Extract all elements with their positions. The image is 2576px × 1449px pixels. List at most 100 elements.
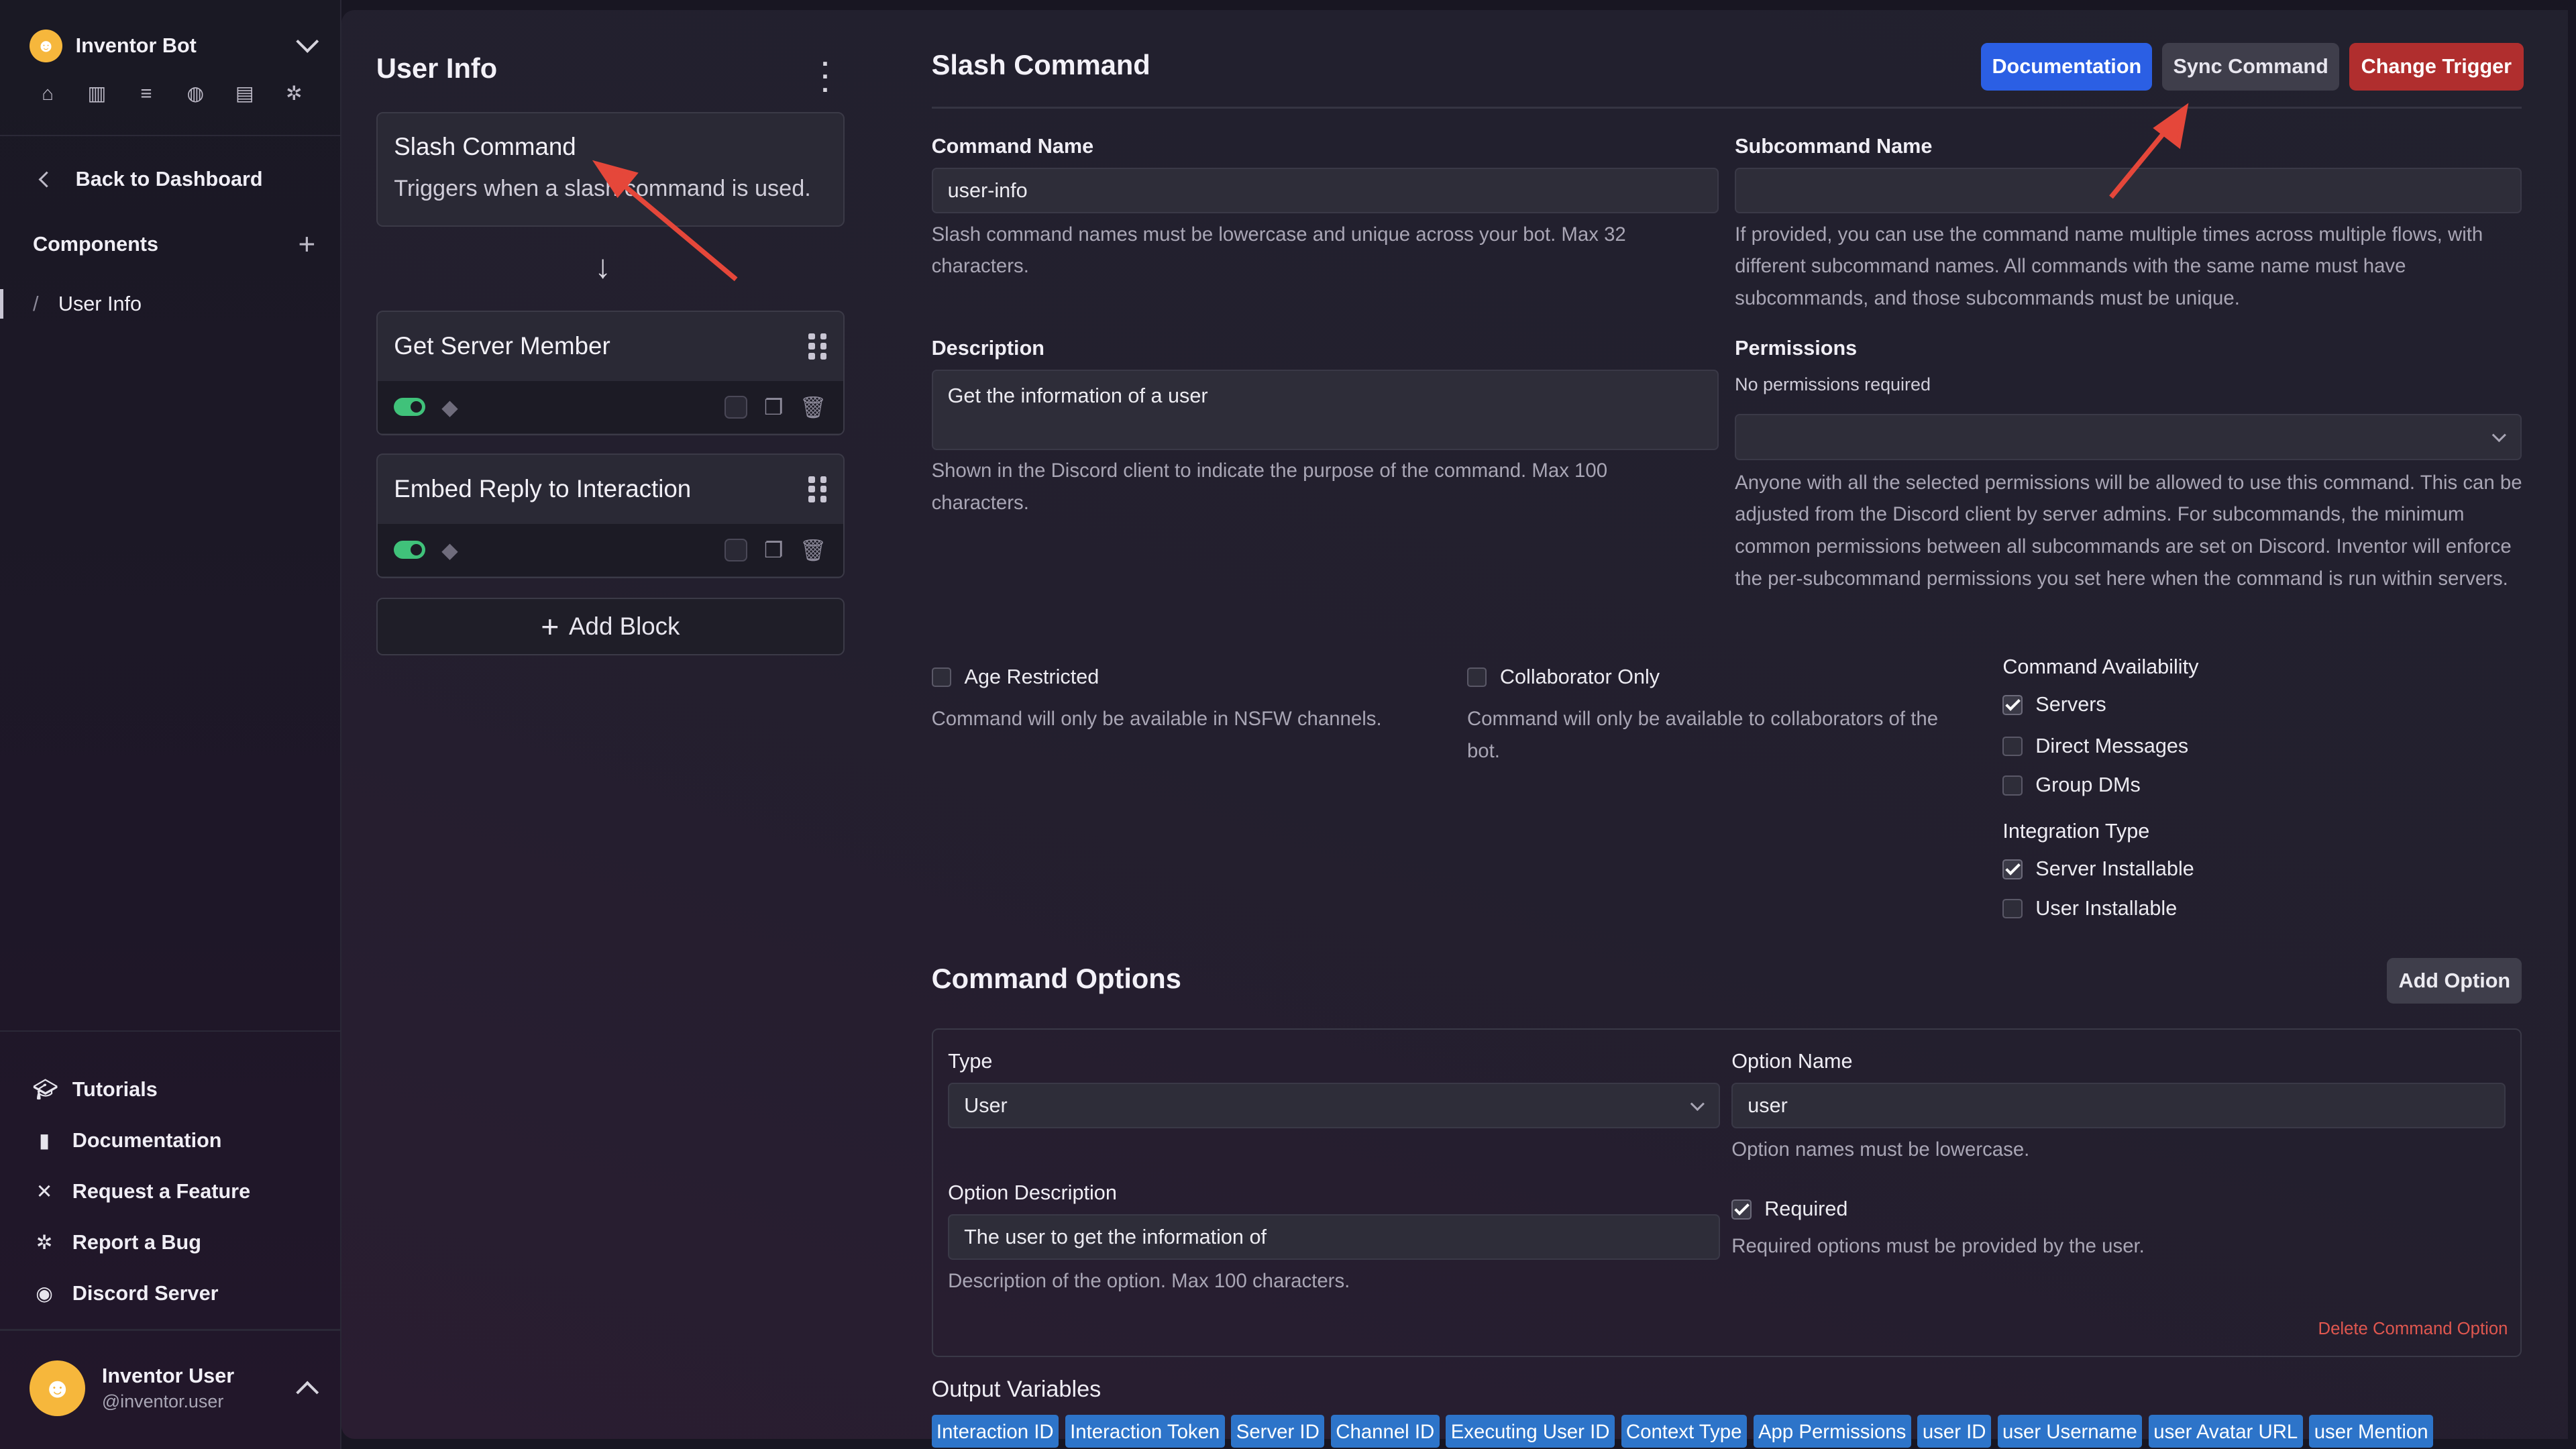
output-variable-chip[interactable]: user Avatar URL xyxy=(2148,1414,2303,1448)
bug-icon[interactable]: ✲ xyxy=(282,82,305,105)
database-icon[interactable]: ≡ xyxy=(135,82,158,105)
main-panel: User Info · · · Slash Command Triggers whe… xyxy=(341,9,2568,1448)
availability-dm-checkbox[interactable]: Direct Messages xyxy=(2002,735,2188,758)
description-textarea[interactable]: Get the information of a user xyxy=(931,370,1719,451)
trash-icon[interactable]: 🗑︎ xyxy=(800,537,826,563)
checkbox-box xyxy=(2002,898,2023,919)
output-variable-chip[interactable]: Channel ID xyxy=(1330,1414,1440,1448)
block-footer: ◆ ❐ 🗑︎ xyxy=(377,380,843,434)
globe-icon[interactable]: ◍ xyxy=(184,82,207,105)
option-description-input[interactable]: The user to get the information of xyxy=(948,1214,1721,1260)
sidebar: ☻ Inventor Bot ⌂ ▥ ≡ ◍ ▤ ✲ Back to Dashb… xyxy=(0,0,342,1449)
select-checkbox[interactable] xyxy=(724,538,748,562)
tag-icon[interactable]: ◆ xyxy=(441,394,458,420)
bot-switcher[interactable]: ☻ Inventor Bot xyxy=(30,26,319,66)
checkbox-box xyxy=(1466,667,1487,688)
back-to-dashboard-link[interactable]: Back to Dashboard xyxy=(33,168,263,191)
enabled-toggle[interactable] xyxy=(394,541,425,559)
option-required-help: Required options must be provided by the… xyxy=(1731,1235,2145,1258)
permissions-label: Permissions xyxy=(1735,337,1858,360)
age-restricted-checkbox[interactable]: Age Restricted xyxy=(931,665,1099,689)
user-menu[interactable]: ☻ Inventor User @inventor.user xyxy=(30,1360,319,1417)
add-option-button[interactable]: Add Option xyxy=(2387,957,2522,1004)
option-required-checkbox[interactable]: Required xyxy=(1731,1197,1847,1221)
app-root: ☻ Inventor Bot ⌂ ▥ ≡ ◍ ▤ ✲ Back to Dashb… xyxy=(0,0,2576,1449)
output-variable-chip[interactable]: App Permissions xyxy=(1753,1414,1911,1448)
command-name-input[interactable]: user-info xyxy=(931,167,1719,214)
output-variable-chip[interactable]: user ID xyxy=(1917,1414,1991,1448)
discord-icon: ◉ xyxy=(36,1283,53,1305)
add-component-icon[interactable]: + xyxy=(298,229,315,260)
trash-icon[interactable]: 🗑︎ xyxy=(800,394,826,420)
more-options-icon[interactable]: · · · xyxy=(821,51,830,103)
output-variable-chip[interactable]: Interaction ID xyxy=(931,1414,1059,1448)
library-icon[interactable]: ▥ xyxy=(85,82,108,105)
permissions-select[interactable] xyxy=(1735,414,2522,460)
delete-command-option-link[interactable]: Delete Command Option xyxy=(2318,1320,2508,1339)
description-label: Description xyxy=(931,337,1044,360)
sync-command-button[interactable]: Sync Command xyxy=(2161,42,2340,91)
copy-icon[interactable]: ❐ xyxy=(764,394,784,420)
subcommand-name-input[interactable] xyxy=(1735,167,2522,214)
integration-server-checkbox[interactable]: Server Installable xyxy=(2002,857,2194,881)
flow-block[interactable]: Get Server Member ◆ ❐ 🗑︎ xyxy=(376,310,845,435)
option-type-label: Type xyxy=(948,1049,993,1073)
checkbox-box xyxy=(2002,859,2023,879)
availability-servers-checkbox[interactable]: Servers xyxy=(2002,693,2106,716)
block-title: Embed Reply to Interaction xyxy=(394,475,692,503)
tools-icon: ✕ xyxy=(36,1181,53,1203)
option-description-label: Option Description xyxy=(948,1181,1117,1204)
bot-avatar: ☻ xyxy=(30,30,63,63)
documentation-button[interactable]: Documentation xyxy=(1981,42,2153,91)
option-description-help: Description of the option. Max 100 chara… xyxy=(948,1269,1350,1292)
nav-tutorials[interactable]: 🎓︎ Tutorials xyxy=(33,1065,250,1116)
nav-documentation[interactable]: ▮ Documentation xyxy=(33,1116,250,1167)
bottom-nav: 🎓︎ Tutorials ▮ Documentation ✕ Request a… xyxy=(33,1065,250,1320)
output-variable-chip[interactable]: Server ID xyxy=(1231,1414,1325,1448)
output-variable-chip[interactable]: user Username xyxy=(1997,1414,2143,1448)
nav-discord-server[interactable]: ◉ Discord Server xyxy=(33,1269,250,1320)
availability-group-dm-checkbox[interactable]: Group DMs xyxy=(2002,773,2141,797)
block-title: Get Server Member xyxy=(394,332,610,360)
select-checkbox[interactable] xyxy=(724,395,748,419)
output-variable-chip[interactable]: Context Type xyxy=(1621,1414,1747,1448)
slash-icon: / xyxy=(32,292,39,315)
drag-handle-icon[interactable] xyxy=(808,333,827,360)
option-type-select[interactable]: User xyxy=(948,1082,1721,1129)
divider xyxy=(0,134,342,137)
nav-report-bug[interactable]: ✲ Report a Bug xyxy=(33,1218,250,1269)
permissions-status: No permissions required xyxy=(1735,374,1931,395)
integration-option-label: User Installable xyxy=(2035,897,2178,920)
nav-request-feature[interactable]: ✕ Request a Feature xyxy=(33,1167,250,1218)
nav-label: Tutorials xyxy=(72,1078,158,1102)
graduation-cap-icon: 🎓︎ xyxy=(32,1078,58,1101)
copy-icon[interactable]: ❐ xyxy=(764,537,784,563)
block-footer: ◆ ❐ 🗑︎ xyxy=(377,523,843,577)
home-icon[interactable]: ⌂ xyxy=(36,82,59,105)
change-trigger-button[interactable]: Change Trigger xyxy=(2349,42,2524,91)
integration-user-checkbox[interactable]: User Installable xyxy=(2002,897,2177,920)
nav-label: Report a Bug xyxy=(72,1231,201,1254)
add-block-button[interactable]: + Add Block xyxy=(376,598,845,656)
plus-icon: + xyxy=(541,609,559,645)
collaborator-only-checkbox[interactable]: Collaborator Only xyxy=(1466,665,1660,689)
command-name-label: Command Name xyxy=(931,134,1094,158)
flow-block[interactable]: Embed Reply to Interaction ◆ ❐ 🗑︎ xyxy=(376,453,845,579)
integration-option-label: Server Installable xyxy=(2035,857,2194,881)
tag-icon[interactable]: ◆ xyxy=(441,537,458,563)
user-text: Inventor User @inventor.user xyxy=(102,1364,299,1412)
trigger-block[interactable]: Slash Command Triggers when a slash comm… xyxy=(376,111,845,227)
age-restricted-help: Command will only be available in NSFW c… xyxy=(931,708,1382,731)
trigger-block-description: Triggers when a slash command is used. xyxy=(394,175,811,201)
server-icon[interactable]: ▤ xyxy=(233,82,256,105)
command-name-help: Slash command names must be lowercase an… xyxy=(931,223,1626,278)
checkbox-box xyxy=(1731,1199,1752,1220)
output-variable-chip[interactable]: Interaction Token xyxy=(1065,1414,1225,1448)
enabled-toggle[interactable] xyxy=(394,398,425,417)
sidebar-item-user-info[interactable]: / User Info xyxy=(0,288,341,321)
output-variable-chip[interactable]: user Mention xyxy=(2309,1414,2433,1448)
output-variable-chip[interactable]: Executing User ID xyxy=(1446,1414,1615,1448)
availability-option-label: Direct Messages xyxy=(2035,734,2189,757)
drag-handle-icon[interactable] xyxy=(808,476,827,502)
option-name-input[interactable]: user xyxy=(1731,1082,2506,1129)
